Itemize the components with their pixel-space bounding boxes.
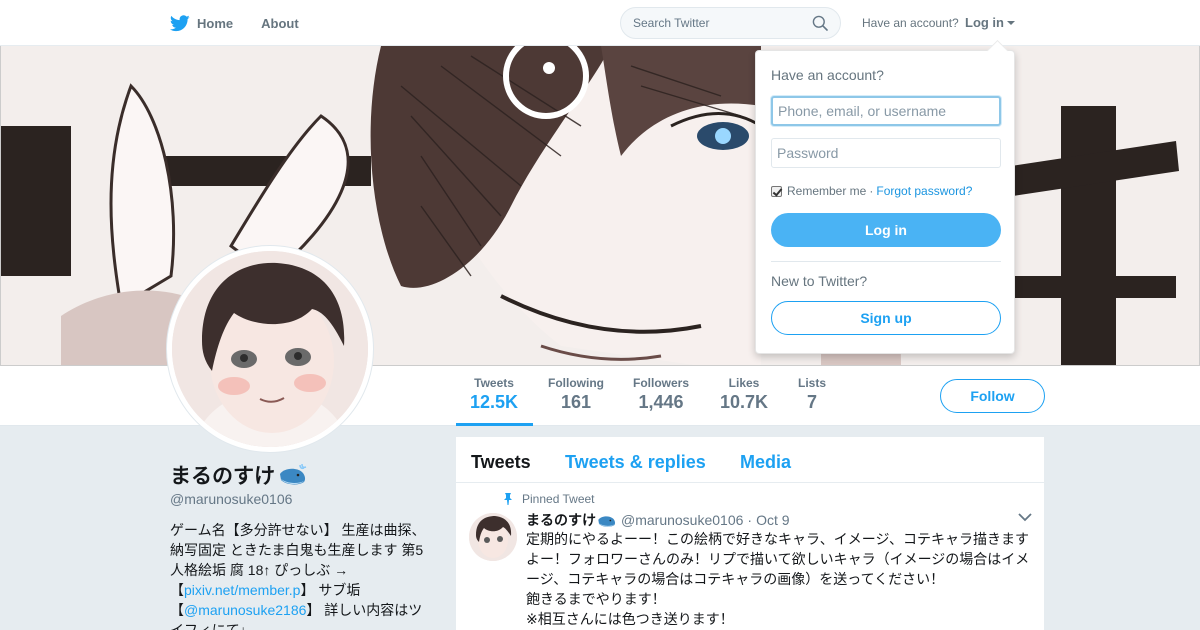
nav-home-link[interactable]: Home [170,14,234,32]
stat-label: Tweets [474,376,514,390]
follow-button[interactable]: Follow [940,379,1045,413]
stat-label: Lists [798,376,827,390]
pin-icon [504,493,512,505]
login-dropdown: Have an account? Remember me · Forgot pa… [755,50,1015,354]
signup-button[interactable]: Sign up [771,301,1001,335]
bio-sub-account-link[interactable]: @marunosuke2186 [184,602,306,618]
stat-tweets[interactable]: Tweets 12.5K [470,376,518,413]
stat-label: Following [548,376,604,390]
bio-pixiv-link[interactable]: pixiv.net/member.p [184,582,300,598]
profile-bio: ゲーム名【多分許せない】 生産は曲探、納写固定 ときたま白鬼も生産します 第5人… [170,520,432,630]
pinned-indicator: Pinned Tweet [503,492,595,506]
chevron-down-icon[interactable] [1018,512,1032,522]
forgot-password-link[interactable]: Forgot password? [876,184,972,198]
profile-avatar[interactable] [166,245,374,453]
stat-followers[interactable]: Followers 1,446 [633,376,689,413]
tweet-text: 定期的にやるよーー！この絵柄で好きなキャラ、イメージ、コテキャラ描きますよー！フ… [526,529,1034,629]
new-to-twitter-text: New to Twitter? [771,273,868,289]
have-account-text: Have an account? [862,16,959,30]
tab-tweets-replies[interactable]: Tweets & replies [565,452,706,473]
login-link-label: Log in [965,15,1004,30]
login-dropdown-toggle[interactable]: Log in [965,15,1015,30]
profile-name-text: まるのすけ [170,465,275,488]
search-box[interactable] [620,7,841,39]
stat-value: 1,446 [638,392,684,412]
stat-likes[interactable]: Likes 10.7K [720,376,768,413]
tweet-text-line: 定期的にやるよーー！この絵柄で好きなキャラ、イメージ、コテキャラ描きますよー！フ… [526,531,1030,587]
tweet-separator: · [747,512,753,528]
stat-label: Likes [728,376,760,390]
stat-value: 161 [560,392,592,412]
stat-value: 10.7K [720,392,769,412]
tweet-avatar[interactable] [469,513,517,561]
timeline: Tweets Tweets & replies Media Pinned Twe… [456,437,1044,630]
profile-name[interactable]: まるのすけ [170,460,308,490]
password-field[interactable] [771,138,1001,168]
stat-value: 7 [807,392,818,412]
tweet-author-handle[interactable]: @marunosuke0106 [621,512,743,528]
remember-row: Remember me · Forgot password? [771,184,972,198]
tweet-text-line: ※相互さんには色つき送ります！ [526,611,734,627]
remember-separator: · [869,184,874,198]
caret-down-icon [1007,21,1015,25]
stat-following[interactable]: Following 161 [548,376,604,413]
search-input[interactable] [633,16,803,30]
top-nav-bar: Home About Have an account? Log in [0,0,1200,46]
avatar-image [172,251,368,447]
tweet-text-line: 飽きるまでやります！ [526,591,666,607]
search-icon[interactable] [812,15,828,31]
login-dropdown-title: Have an account? [771,67,884,83]
tweet-header: まるのすけ @marunosuke0106 · Oct 9 [526,510,790,530]
tab-tweets[interactable]: Tweets [471,452,531,473]
twitter-bird-icon [170,14,190,31]
profile-handle[interactable]: @marunosuke0106 [170,491,292,507]
tweet-avatar-illustration [469,513,517,561]
nav-home-label: Home [197,15,234,31]
active-stat-indicator [456,423,533,426]
remember-me-checkbox[interactable] [771,185,782,197]
nav-about-link[interactable]: About [261,16,299,31]
tweet-timestamp[interactable]: Oct 9 [756,512,789,528]
whale-icon [598,515,616,527]
tab-media[interactable]: Media [740,452,791,473]
timeline-tabs: Tweets Tweets & replies Media [456,437,1044,483]
stat-lists[interactable]: Lists 7 [798,376,826,413]
tweet-author-name[interactable]: まるのすけ [526,510,596,530]
divider [771,261,1001,262]
stat-value: 12.5K [470,392,519,412]
login-button[interactable]: Log in [771,213,1001,247]
remember-me-label[interactable]: Remember me [787,184,866,198]
whale-icon [280,464,307,485]
avatar-illustration [172,251,368,447]
username-field[interactable] [771,96,1001,126]
nav-left: Home About [170,0,299,46]
stat-label: Followers [633,376,690,390]
pinned-label: Pinned Tweet [522,492,595,506]
